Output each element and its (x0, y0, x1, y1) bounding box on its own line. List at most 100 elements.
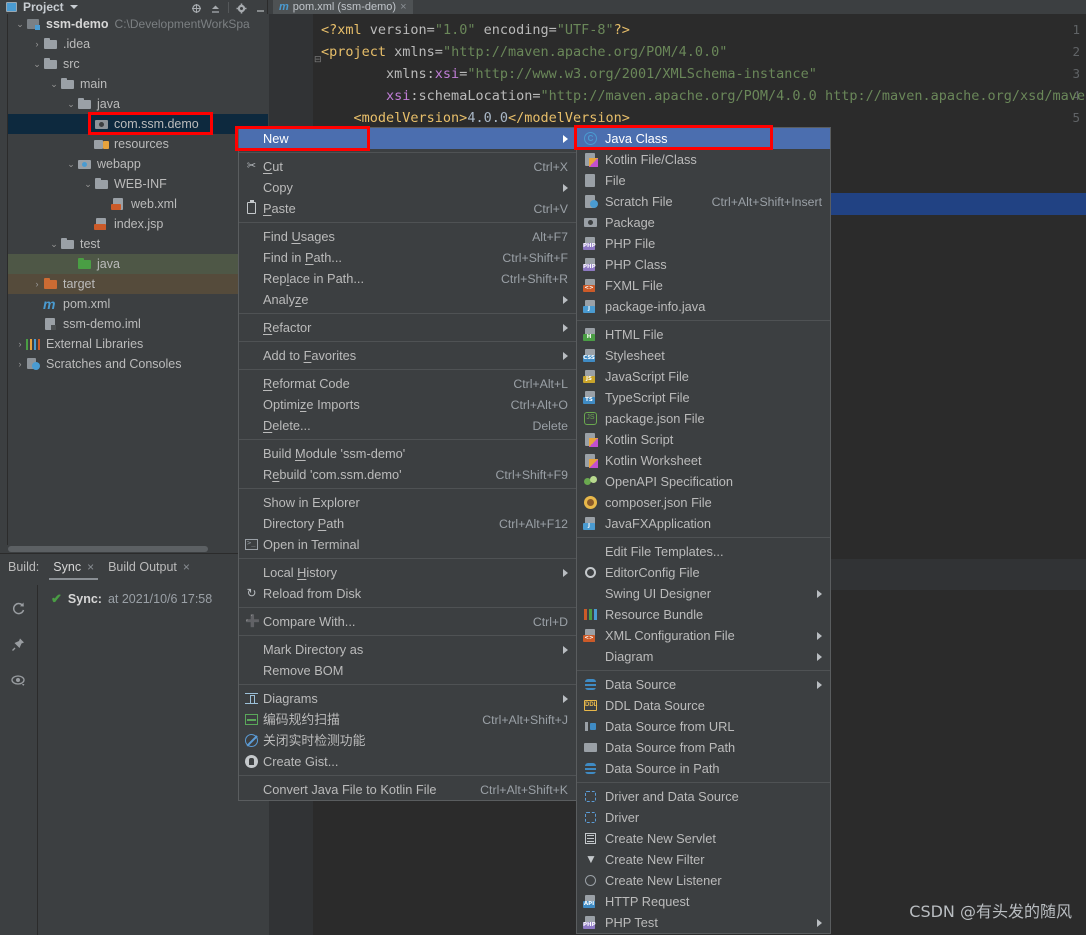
submenu-item[interactable]: C Java Class (577, 128, 830, 149)
submenu-item[interactable]: Create New Listener (577, 870, 830, 891)
ctx-menu-item[interactable]: Create Gist... (239, 751, 576, 772)
ctx-menu-item[interactable]: Build Module 'ssm-demo' (239, 443, 576, 464)
project-tree-hscrollbar[interactable] (8, 546, 208, 552)
submenu-item[interactable]: Scratch File Ctrl+Alt+Shift+Insert (577, 191, 830, 212)
submenu-item[interactable]: Data Source (577, 674, 830, 695)
eye-icon[interactable] (10, 671, 28, 689)
ctx-menu-item[interactable]: ➕ Compare With... Ctrl+D (239, 611, 576, 632)
submenu-item[interactable]: Jpackage-info.java (577, 296, 830, 317)
tree-expander-icon[interactable]: ⌄ (65, 99, 77, 110)
submenu-item[interactable]: JS package.json File (577, 408, 830, 429)
submenu-item[interactable]: ▼ Create New Filter (577, 849, 830, 870)
tree-expander-icon[interactable]: › (31, 319, 43, 329)
ctx-menu-item[interactable]: Replace in Path... Ctrl+Shift+R (239, 268, 576, 289)
submenu-item[interactable]: Edit File Templates... (577, 541, 830, 562)
rerun-icon[interactable] (10, 599, 28, 617)
tree-item[interactable]: › com.ssm.demo (8, 114, 268, 134)
submenu-item[interactable]: File (577, 170, 830, 191)
project-tree[interactable]: ⌄ ssm-demo C:\DevelopmentWorkSpa › .idea ⌄ src… (8, 14, 268, 545)
ctx-menu-item[interactable]: Refactor (239, 317, 576, 338)
close-icon[interactable]: × (183, 560, 190, 574)
ctx-menu-item[interactable]: ↻ Reload from Disk (239, 583, 576, 604)
close-icon[interactable]: × (400, 1, 406, 13)
tree-item[interactable]: ⌄ test (8, 234, 268, 254)
tree-expander-icon[interactable]: ⌄ (65, 159, 77, 170)
tree-expander-icon[interactable]: ⌄ (82, 179, 94, 190)
submenu-item[interactable]: J JavaFXApplication (577, 513, 830, 534)
submenu-item[interactable]: composer.json File (577, 492, 830, 513)
submenu-item[interactable]: Kotlin Script (577, 429, 830, 450)
submenu-item[interactable]: Resource Bundle (577, 604, 830, 625)
ctx-menu-item[interactable]: Mark Directory as (239, 639, 576, 660)
tree-item[interactable]: › Scratches and Consoles (8, 354, 268, 374)
tree-expander-icon[interactable]: › (31, 299, 43, 309)
ctx-menu-item[interactable]: Directory Path Ctrl+Alt+F12 (239, 513, 576, 534)
submenu-item[interactable]: <> FXML File (577, 275, 830, 296)
ctx-menu-item[interactable]: Open in Terminal (239, 534, 576, 555)
tree-item[interactable]: ⌄ main (8, 74, 268, 94)
submenu-item[interactable]: PHP PHP File (577, 233, 830, 254)
submenu-item[interactable]: PHP PHP Class (577, 254, 830, 275)
tree-expander-icon[interactable]: › (99, 199, 111, 209)
chevron-down-icon[interactable] (69, 5, 78, 9)
tree-item[interactable]: › web.xml (8, 194, 268, 214)
tree-expander-icon[interactable]: ⌄ (14, 19, 26, 30)
tree-expander-icon[interactable]: › (14, 359, 26, 369)
new-submenu[interactable]: C Java Class Kotlin File/Class File Scratch … (576, 127, 831, 934)
ctx-menu-item[interactable]: Delete... Delete (239, 415, 576, 436)
hide-icon[interactable] (254, 2, 267, 13)
ctx-menu-item[interactable]: 编码规约扫描 Ctrl+Alt+Shift+J (239, 709, 576, 730)
editor-tab-pom-xml[interactable]: m pom.xml (ssm-demo) × (273, 0, 413, 14)
submenu-item[interactable]: Package (577, 212, 830, 233)
ctx-menu-item[interactable]: 关闭实时检测功能 (239, 730, 576, 751)
submenu-item[interactable]: <> XML Configuration File (577, 625, 830, 646)
ctx-menu-item[interactable]: Diagrams (239, 688, 576, 709)
submenu-item[interactable]: Diagram (577, 646, 830, 667)
tree-item[interactable]: › target (8, 274, 268, 294)
submenu-item[interactable]: PHP PHP Test (577, 912, 830, 933)
tree-expander-icon[interactable]: › (82, 139, 94, 149)
submenu-item[interactable]: OpenAPI Specification (577, 471, 830, 492)
ctx-menu-item[interactable]: Rebuild 'com.ssm.demo' Ctrl+Shift+F9 (239, 464, 576, 485)
ctx-menu-item[interactable]: Reformat Code Ctrl+Alt+L (239, 373, 576, 394)
tree-item[interactable]: ›m pom.xml (8, 294, 268, 314)
tree-item[interactable]: › ssm-demo.iml (8, 314, 268, 334)
tree-expander-icon[interactable]: › (31, 39, 43, 49)
submenu-item[interactable]: TS TypeScript File (577, 387, 830, 408)
tab-build-output[interactable]: Build Output × (108, 560, 190, 574)
submenu-item[interactable]: Data Source from Path (577, 737, 830, 758)
submenu-item[interactable]: EditorConfig File (577, 562, 830, 583)
ctx-menu-item[interactable]: Show in Explorer (239, 492, 576, 513)
tree-item[interactable]: ⌄ ssm-demo C:\DevelopmentWorkSpa (8, 14, 268, 34)
ctx-menu-item[interactable]: ✂ Cut Ctrl+X (239, 156, 576, 177)
tree-item[interactable]: › External Libraries (8, 334, 268, 354)
tree-expander-icon[interactable]: ⌄ (48, 79, 60, 90)
tree-expander-icon[interactable]: › (14, 339, 26, 349)
tree-expander-icon[interactable]: ⌄ (31, 59, 43, 70)
submenu-item[interactable]: API HTTP Request (577, 891, 830, 912)
tree-expander-icon[interactable]: ⌄ (48, 239, 60, 250)
ctx-menu-item[interactable]: Optimize Imports Ctrl+Alt+O (239, 394, 576, 415)
ctx-menu-item[interactable]: Analyze (239, 289, 576, 310)
tree-item[interactable]: › java (8, 254, 268, 274)
submenu-item[interactable]: JS JavaScript File (577, 366, 830, 387)
ctx-menu-item[interactable]: Find in Path... Ctrl+Shift+F (239, 247, 576, 268)
close-icon[interactable]: × (87, 560, 94, 574)
tree-expander-icon[interactable]: › (82, 219, 94, 229)
submenu-item[interactable]: Data Source in Path (577, 758, 830, 779)
submenu-item[interactable]: Create New Servlet (577, 828, 830, 849)
tree-item[interactable]: ⌄ WEB-INF (8, 174, 268, 194)
ctx-menu-item[interactable]: Find Usages Alt+F7 (239, 226, 576, 247)
tree-item[interactable]: ⌄ webapp (8, 154, 268, 174)
settings-icon[interactable] (235, 2, 248, 13)
context-menu[interactable]: New ✂ Cut Ctrl+X Copy Paste Ctrl+V Find Usages A… (238, 127, 577, 801)
tree-item[interactable]: › index.jsp (8, 214, 268, 234)
submenu-item[interactable]: Data Source from URL (577, 716, 830, 737)
submenu-item[interactable]: Kotlin File/Class (577, 149, 830, 170)
submenu-item[interactable]: Driver and Data Source (577, 786, 830, 807)
tree-expander-icon[interactable]: › (82, 119, 94, 129)
tree-expander-icon[interactable]: › (65, 259, 77, 269)
ctx-menu-item[interactable]: Convert Java File to Kotlin File Ctrl+Alt… (239, 779, 576, 800)
submenu-item[interactable]: DDL DDL Data Source (577, 695, 830, 716)
tree-item[interactable]: ⌄ src (8, 54, 268, 74)
